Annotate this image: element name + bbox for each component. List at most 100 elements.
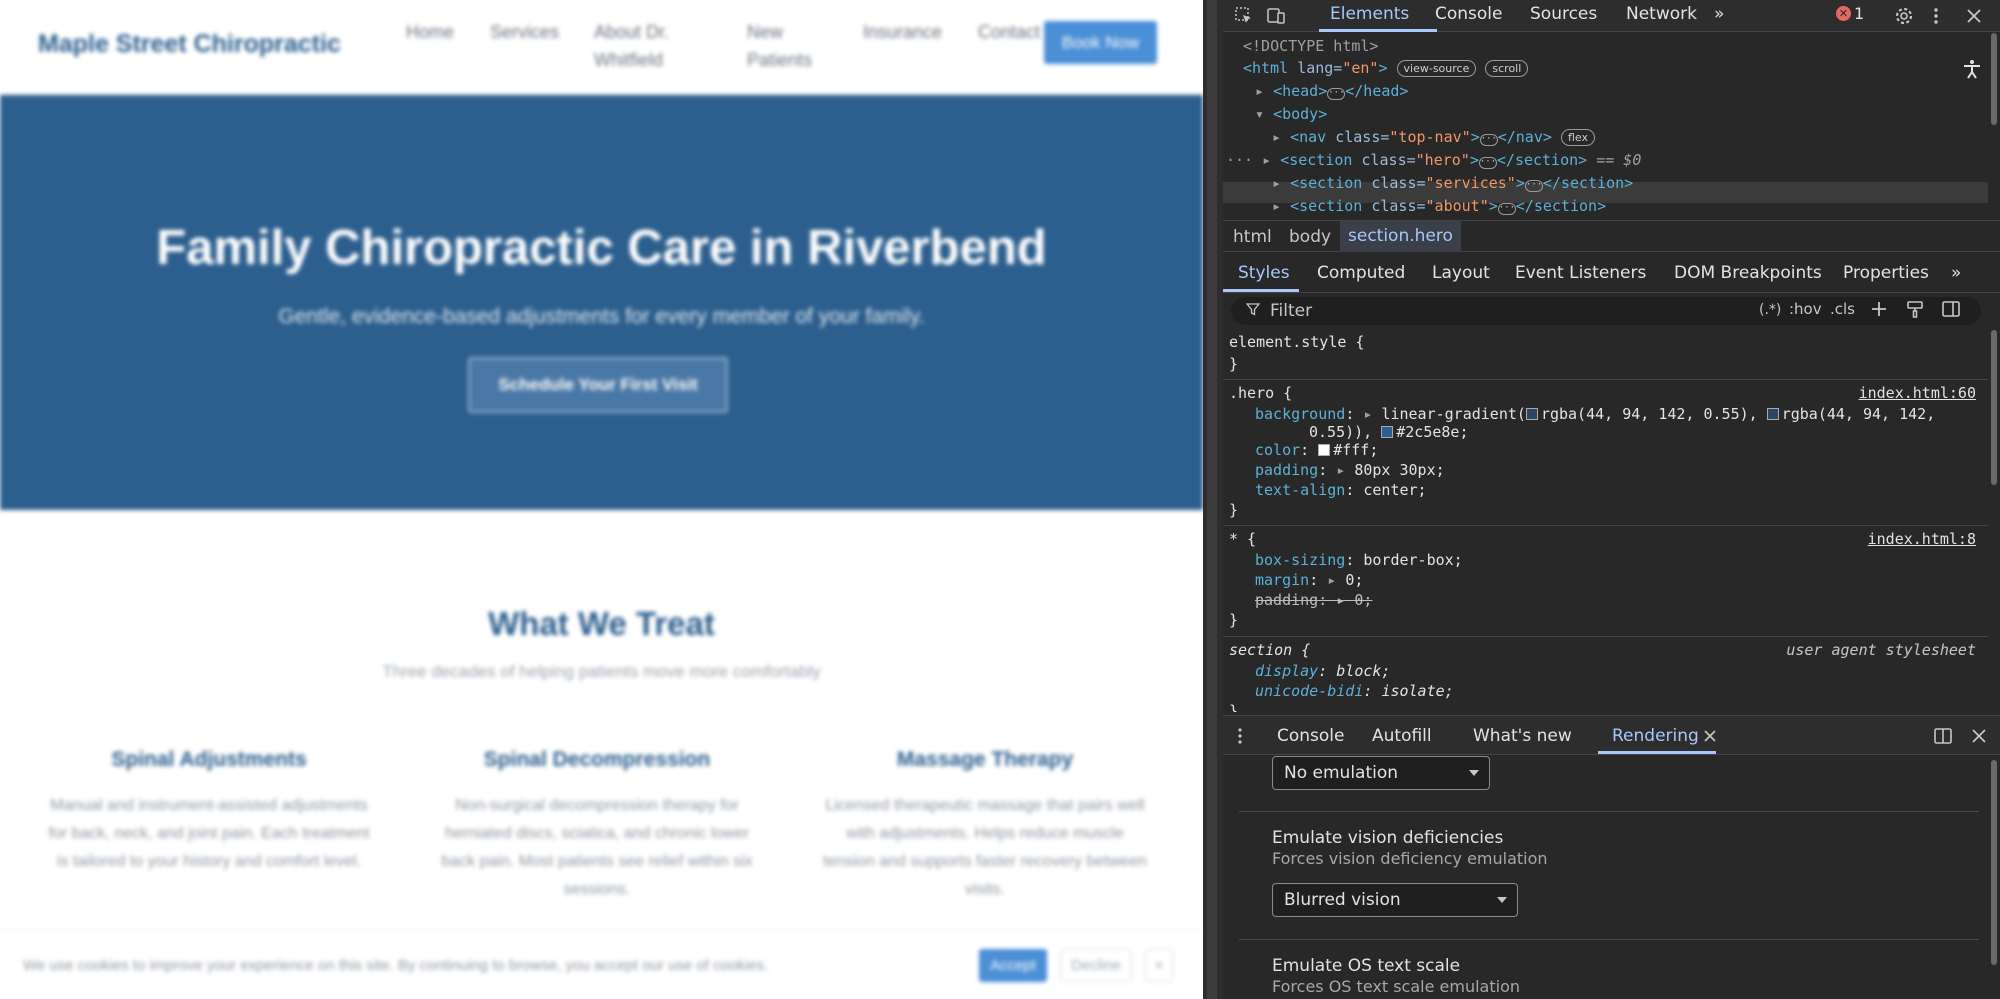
close-devtools-icon[interactable] [1963, 5, 1985, 27]
subtab-styles[interactable]: Styles [1238, 263, 1290, 283]
node-tag: section [1299, 174, 1363, 192]
nav-contact[interactable]: Contact [978, 18, 1040, 46]
margin-declaration[interactable]: margin: ▸ 0; [1255, 571, 1363, 589]
color-declaration[interactable]: color: #fff; [1255, 441, 1378, 459]
emulate-media-select[interactable]: No emulation [1272, 756, 1490, 790]
drawer-tab-autofill[interactable]: Autofill [1372, 726, 1432, 746]
ellipsis-icon[interactable]: ··· [1479, 134, 1498, 146]
hero-node[interactable]: ··· ▸ <section class="hero">···</section… [1226, 151, 1641, 169]
dock-drawer-icon[interactable] [1933, 726, 1953, 750]
rendering-scrollbar[interactable] [1991, 760, 1997, 965]
breadcrumb-body[interactable]: body [1289, 227, 1331, 247]
element-style-rule[interactable]: element.style { } [1223, 330, 1988, 380]
service-card-title: Spinal Decompression [483, 748, 711, 771]
add-rule-icon[interactable] [1869, 299, 1889, 323]
more-subtabs-icon[interactable]: » [1951, 263, 1961, 283]
box-sizing-declaration[interactable]: box-sizing: border-box; [1255, 551, 1463, 569]
drawer-menu-icon[interactable] [1236, 726, 1244, 750]
ellipsis-icon[interactable]: ··· [1327, 88, 1346, 100]
rule-source-link[interactable]: index.html:8 [1868, 530, 1976, 548]
tab-network[interactable]: Network [1626, 4, 1697, 24]
universal-rule[interactable]: * { index.html:8 box-sizing: border-box;… [1223, 527, 1988, 637]
subtab-event-listeners[interactable]: Event Listeners [1515, 263, 1646, 283]
scroll-badge[interactable]: scroll [1485, 60, 1529, 77]
drawer-tab-whats-new[interactable]: What's new [1473, 726, 1572, 746]
tab-console[interactable]: Console [1435, 4, 1503, 24]
more-tabs-icon[interactable]: » [1714, 4, 1724, 24]
html-node[interactable]: <html lang="en"> view-source scroll [1243, 59, 1529, 77]
kebab-menu-icon[interactable] [1925, 5, 1947, 27]
view-source-badge[interactable]: view-source [1396, 60, 1477, 77]
cookie-close-button[interactable]: × [1145, 949, 1173, 982]
tab-elements[interactable]: Elements [1330, 4, 1409, 24]
rule-source-link[interactable]: index.html:60 [1859, 384, 1976, 402]
error-counter[interactable]: ✕ 1 [1836, 4, 1864, 23]
vision-deficiency-select[interactable]: Blurred vision [1272, 883, 1518, 917]
hover-state-toggle[interactable]: :hov [1789, 300, 1822, 318]
inspect-element-icon[interactable] [1233, 5, 1255, 27]
nav-insurance[interactable]: Insurance [863, 18, 942, 46]
subtab-computed[interactable]: Computed [1317, 263, 1405, 283]
cookie-accept-button[interactable]: Accept [979, 949, 1047, 982]
breadcrumb-section-hero[interactable]: section.hero [1340, 221, 1461, 252]
breadcrumb-html[interactable]: html [1233, 227, 1272, 247]
head-node[interactable]: ▸ <head>···</head> [1255, 82, 1408, 100]
doctype-line[interactable]: <!DOCTYPE html> [1243, 37, 1378, 55]
sidebar-toggle-icon[interactable] [1941, 299, 1961, 323]
accessibility-icon[interactable] [1961, 58, 1983, 84]
background-declaration-cont[interactable]: 0.55)), #2c5e8e; [1309, 423, 1469, 441]
services-node[interactable]: ▸ <section class="services">···</section… [1272, 174, 1633, 192]
about-node[interactable]: ▸ <section class="about">···</section> [1272, 197, 1606, 215]
book-now-button[interactable]: Book Now [1044, 21, 1157, 64]
expand-triangle-icon[interactable]: ▸ [1262, 151, 1280, 169]
background-declaration[interactable]: background: ▸ linear-gradient(rgba(44, 9… [1255, 405, 1935, 423]
drawer-tab-rendering[interactable]: Rendering [1612, 726, 1699, 746]
section-ua-rule[interactable]: section { user agent stylesheet display:… [1223, 638, 1988, 712]
class-toggle[interactable]: .cls [1830, 300, 1855, 318]
unicode-bidi-declaration[interactable]: unicode-bidi: isolate; [1255, 682, 1454, 700]
expand-triangle-icon[interactable]: ▸ [1255, 82, 1273, 100]
subtab-properties[interactable]: Properties [1843, 263, 1929, 283]
regex-toggle[interactable]: (.*) [1759, 302, 1781, 318]
display-declaration[interactable]: display: block; [1255, 662, 1390, 680]
settings-gear-icon[interactable] [1893, 5, 1915, 27]
nav-about[interactable]: About Dr. Whitfield [594, 18, 669, 74]
nav-home[interactable]: Home [406, 18, 454, 46]
styles-scrollbar[interactable] [1991, 330, 1997, 485]
drawer-tab-console[interactable]: Console [1277, 726, 1345, 746]
subtab-dom-breakpoints[interactable]: DOM Breakpoints [1674, 263, 1822, 283]
close-drawer-icon[interactable] [1971, 728, 1987, 748]
subtab-layout[interactable]: Layout [1432, 263, 1490, 283]
tab-sources[interactable]: Sources [1530, 4, 1597, 24]
color-swatch[interactable] [1766, 408, 1779, 420]
rule-selector: element.style { [1229, 333, 1365, 351]
expand-triangle-icon[interactable]: ▸ [1272, 197, 1290, 215]
color-swatch[interactable] [1318, 444, 1331, 456]
paint-brush-icon[interactable] [1905, 299, 1925, 323]
flex-badge[interactable]: flex [1560, 129, 1595, 146]
expand-triangle-icon[interactable]: ▸ [1272, 174, 1290, 192]
dom-scrollbar[interactable] [1991, 33, 1997, 125]
cookie-decline-button[interactable]: Decline [1060, 949, 1132, 982]
expand-triangle-icon[interactable]: ▸ [1272, 128, 1290, 146]
hero-rule[interactable]: .hero { index.html:60 background: ▸ line… [1223, 381, 1988, 526]
body-node[interactable]: ▾ <body> [1255, 105, 1327, 123]
nav-new-patients[interactable]: New Patients [747, 18, 812, 74]
ellipsis-icon[interactable]: ··· [1524, 180, 1543, 192]
color-swatch[interactable] [1525, 408, 1538, 420]
collapse-triangle-icon[interactable]: ▾ [1255, 105, 1273, 123]
ellipsis-icon[interactable]: ··· [1478, 157, 1497, 169]
brand-logo[interactable]: Maple Street Chiropractic [38, 30, 341, 59]
close-rendering-tab-icon[interactable] [1703, 728, 1717, 747]
splitter-grip[interactable] [1207, 0, 1217, 999]
color-swatch[interactable] [1381, 426, 1394, 438]
ellipsis-icon[interactable]: ··· [1497, 203, 1516, 215]
device-toolbar-icon[interactable] [1265, 5, 1287, 27]
schedule-visit-button[interactable]: Schedule Your First Visit [468, 357, 728, 413]
padding-declaration[interactable]: padding: ▸ 80px 30px; [1255, 461, 1445, 479]
padding-declaration-overridden[interactable]: padding: ▸ 0; [1255, 591, 1372, 609]
node-actions-icon[interactable]: ··· [1226, 151, 1262, 169]
nav-services[interactable]: Services [490, 18, 559, 46]
nav-node[interactable]: ▸ <nav class="top-nav">···</nav> flex [1272, 128, 1595, 146]
text-align-declaration[interactable]: text-align: center; [1255, 481, 1427, 499]
